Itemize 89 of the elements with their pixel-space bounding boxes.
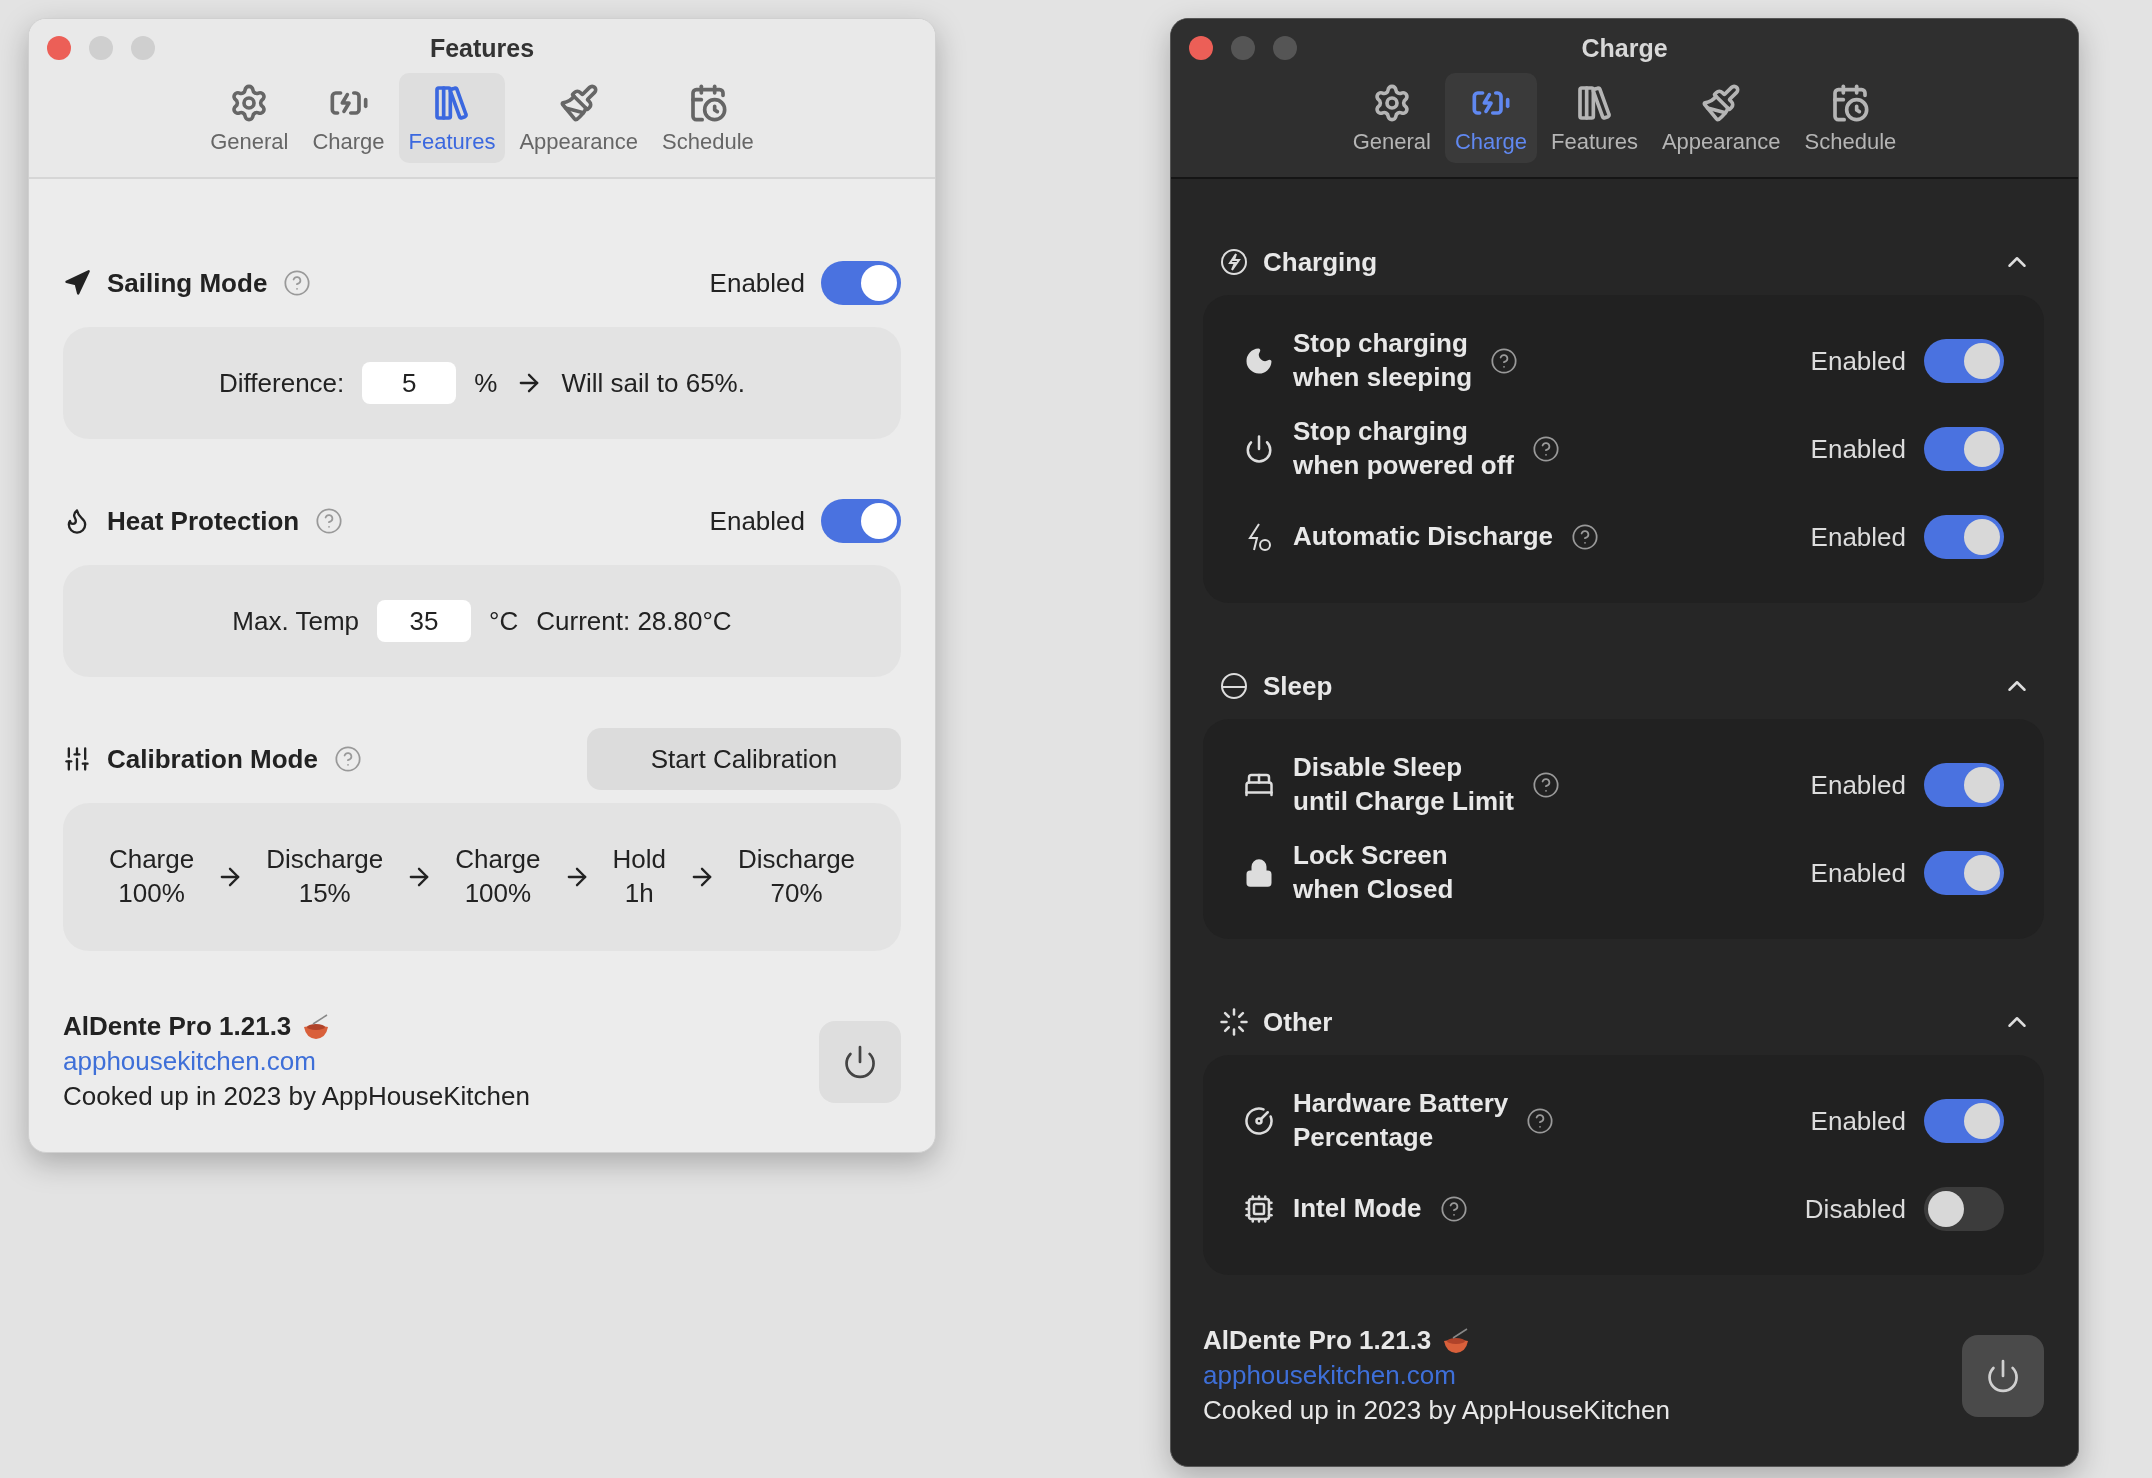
setting-label: Stop charging when powered off: [1293, 415, 1514, 482]
calibration-step: Hold 1h: [612, 843, 666, 911]
setting-label: Stop charging when sleeping: [1293, 327, 1473, 394]
credit-text: Cooked up in 2023 by AppHouseKitchen: [63, 1081, 530, 1112]
power-icon: [1985, 1357, 2021, 1394]
calibration-step: Charge 100%: [455, 843, 541, 911]
help-icon[interactable]: [1490, 347, 1519, 375]
status-label: Enabled: [1810, 857, 1906, 889]
calibration-step: Charge 100%: [108, 843, 195, 911]
toolbar-tab[interactable]: Features: [1541, 73, 1648, 163]
help-icon[interactable]: [1532, 435, 1560, 463]
number-field[interactable]: 35: [377, 600, 472, 642]
status-label: Enabled: [709, 267, 805, 299]
toolbar-tab[interactable]: Charge: [1444, 73, 1538, 163]
group-title: Other: [1263, 1006, 1334, 1038]
close-button[interactable]: [47, 36, 71, 60]
website-link[interactable]: apphousekitchen.com: [1203, 1360, 1670, 1391]
toggle-switch[interactable]: [1924, 1099, 2004, 1143]
section-title: Heat Protection: [107, 505, 300, 537]
status-label: Enabled: [1810, 345, 1906, 377]
status-label: Enabled: [1810, 769, 1906, 801]
toggle-switch[interactable]: [1924, 763, 2004, 807]
toggle-switch[interactable]: [821, 261, 901, 305]
toolbar-tab[interactable]: General: [1342, 73, 1441, 163]
setting-label: Automatic Discharge: [1293, 520, 1554, 554]
calibration-step: Discharge 15%: [266, 843, 384, 911]
app-version: AlDente Pro 1.21.3: [1203, 1325, 1432, 1356]
window-title: Charge: [1581, 33, 1668, 63]
calibration-step: Discharge 70%: [738, 843, 856, 911]
unit-label: °C: [489, 605, 519, 637]
toolbar-tab[interactable]: General: [200, 73, 299, 163]
close-button[interactable]: [1189, 36, 1213, 60]
field-label: Max. Temp: [232, 605, 360, 637]
result-text: Will sail to 65%.: [561, 367, 745, 399]
result-text: Current: 28.80°C: [536, 605, 732, 637]
toolbar-tab[interactable]: Features: [398, 73, 506, 163]
moon-icon: [1244, 346, 1274, 376]
start-calibration-button[interactable]: Start Calibration: [587, 728, 901, 790]
app-version: AlDente Pro 1.21.3: [63, 1011, 292, 1042]
toolbar-tab[interactable]: Charge: [302, 73, 395, 163]
setting-label: Lock Screen when Closed: [1293, 839, 1454, 906]
help-icon[interactable]: [1439, 1195, 1468, 1223]
field-label: Difference:: [219, 367, 345, 399]
toggle-switch[interactable]: [1924, 1187, 2004, 1231]
status-label: Disabled: [1804, 1193, 1906, 1225]
status-label: Enabled: [1810, 433, 1906, 465]
setting-label: Hardware Battery Percentage: [1293, 1087, 1509, 1154]
bolt-circle-icon: [1219, 247, 1249, 277]
power-icon: [1244, 434, 1274, 464]
power-icon: [842, 1043, 878, 1080]
gauge-icon: [1244, 1106, 1274, 1136]
toolbar-tab[interactable]: Appearance: [509, 73, 649, 163]
sliders-icon: [63, 745, 91, 773]
toggle-switch[interactable]: [821, 499, 901, 543]
group-title: Charging: [1263, 246, 1379, 278]
toggle-switch[interactable]: [1924, 339, 2004, 383]
paintbrush-icon: [1701, 83, 1742, 123]
unit-label: %: [474, 367, 498, 399]
half-circle-icon: [1219, 671, 1249, 701]
section-title: Calibration Mode: [107, 743, 318, 775]
lock-icon: [1244, 858, 1274, 888]
spinner-icon: [1219, 1007, 1249, 1037]
credit-text: Cooked up in 2023 by AppHouseKitchen: [1203, 1395, 1670, 1426]
toolbar-tab[interactable]: Appearance: [1651, 73, 1791, 163]
toggle-switch[interactable]: [1924, 851, 2004, 895]
quit-button[interactable]: [819, 1020, 901, 1103]
section-title: Sailing Mode: [107, 267, 268, 299]
quit-button[interactable]: [1962, 1334, 2044, 1417]
calendar-clock-icon: [1830, 83, 1871, 123]
setting-label: Disable Sleep until Charge Limit: [1293, 751, 1514, 818]
window-title: Features: [429, 33, 535, 63]
toolbar-tab[interactable]: Schedule: [1794, 73, 1907, 163]
toggle-switch[interactable]: [1924, 427, 2004, 471]
bolt-icon: [1245, 522, 1273, 552]
help-icon[interactable]: [1571, 523, 1600, 551]
group-title: Sleep: [1263, 670, 1334, 702]
status-label: Enabled: [1810, 1105, 1906, 1137]
help-icon[interactable]: [1532, 771, 1560, 799]
paintbrush-icon: [558, 83, 599, 123]
toolbar-tab[interactable]: Schedule: [652, 73, 764, 163]
status-label: Enabled: [709, 505, 805, 537]
number-field[interactable]: 5: [362, 362, 457, 404]
paper-plane-icon: [63, 269, 91, 297]
website-link[interactable]: apphousekitchen.com: [63, 1046, 530, 1077]
toggle-switch[interactable]: [1924, 515, 2004, 559]
help-icon[interactable]: [1526, 1107, 1555, 1135]
status-label: Enabled: [1810, 521, 1906, 553]
setting-label: Intel Mode: [1293, 1192, 1422, 1226]
chip-icon: [1244, 1194, 1274, 1224]
